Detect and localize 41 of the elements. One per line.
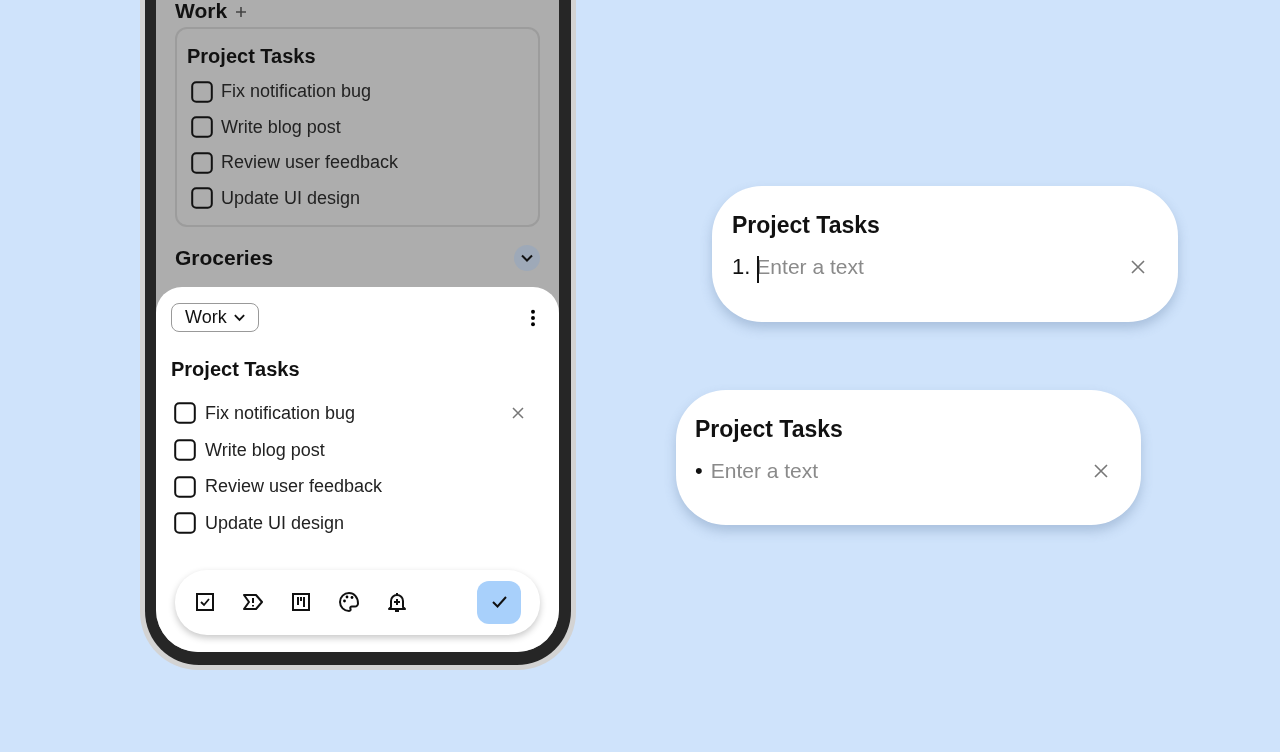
category-dropdown[interactable]: Work [171, 303, 259, 332]
plus-icon[interactable] [235, 6, 248, 18]
task-text: Review user feedback [205, 476, 383, 498]
note-card[interactable]: Project Tasks Fix notification bug Write blog post Review user feedback Update UI design [175, 27, 540, 227]
list-number: 1. [732, 254, 751, 280]
checkbox[interactable] [174, 475, 196, 498]
text-cursor [757, 256, 760, 283]
task-text: Fix notification bug [205, 402, 356, 424]
task-text: Update UI design [205, 512, 345, 534]
close-icon[interactable] [1094, 464, 1108, 478]
more-icon[interactable] [530, 308, 536, 327]
close-icon[interactable] [512, 407, 524, 420]
confirm-button[interactable] [477, 580, 521, 624]
note-title: Project Tasks [171, 358, 301, 381]
checkbox-icon[interactable] [195, 592, 215, 613]
checkbox[interactable] [174, 402, 196, 425]
list-bullet: • [695, 458, 703, 484]
task-text: Write blog post [205, 439, 325, 461]
checkbox[interactable] [174, 439, 196, 462]
checkbox[interactable] [174, 512, 196, 535]
section-title: Work [175, 0, 228, 23]
section-title: Groceries [175, 246, 274, 270]
task-text: Write blog post [221, 116, 341, 138]
board-icon[interactable] [291, 592, 311, 613]
label-icon[interactable] [242, 592, 264, 613]
checkbox[interactable] [191, 80, 213, 103]
task-text: Fix notification bug [221, 81, 372, 103]
task-text: Review user feedback [221, 152, 399, 174]
card-title: Project Tasks [695, 416, 844, 443]
check-icon [490, 595, 508, 610]
task-text: Update UI design [221, 187, 361, 209]
card-title: Project Tasks [732, 212, 881, 239]
checkbox[interactable] [191, 151, 213, 174]
note-title: Project Tasks [187, 45, 317, 68]
palette-icon[interactable] [338, 591, 360, 614]
checkbox[interactable] [191, 116, 213, 139]
text-field[interactable]: Enter a text [710, 459, 1094, 483]
checkbox[interactable] [191, 187, 213, 210]
expand-button[interactable] [514, 245, 540, 271]
close-icon[interactable] [1131, 260, 1145, 274]
bell-plus-icon[interactable] [387, 591, 407, 614]
